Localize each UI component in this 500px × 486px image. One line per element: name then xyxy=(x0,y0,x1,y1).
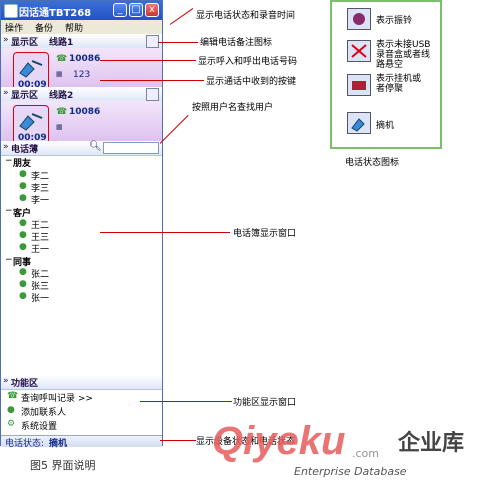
contact-icon: ● xyxy=(19,181,27,191)
offhook-icon xyxy=(19,60,43,78)
add-contact-icon: ● xyxy=(7,405,15,415)
keypad-icon: ▦ xyxy=(56,123,63,131)
call-in-icon: ☎ xyxy=(56,107,68,117)
annotation-status-time: 显示电话状态和录音时间 xyxy=(196,11,296,21)
legend-offhook-label: 摘机 xyxy=(376,121,395,131)
legend-title: 电话状态图标 xyxy=(345,158,400,168)
watermark-en: Enterprise Database xyxy=(294,465,407,478)
keypad-icon: ▦ xyxy=(56,70,63,78)
pointer-line xyxy=(169,8,194,25)
line-label: 线路2 xyxy=(49,91,74,101)
edit-note-icon[interactable] xyxy=(146,88,159,101)
contact-icon: ● xyxy=(19,291,27,301)
title-bar: 因话通TBT268 _ □ x xyxy=(1,1,162,20)
annotation-numbers: 显示呼入和呼出电话号码 xyxy=(198,57,298,67)
search-input[interactable] xyxy=(103,142,159,154)
contact-icon: ● xyxy=(19,267,27,277)
contact-icon: ● xyxy=(19,169,27,179)
pointer-line xyxy=(158,42,198,43)
watermark-domain: .com xyxy=(352,447,379,460)
legend-ringing-label: 表示振铃 xyxy=(376,16,413,26)
phonebook-title: 电话薄 xyxy=(11,145,39,155)
caller-number: 10086 xyxy=(69,54,101,64)
offhook-icon xyxy=(347,112,371,134)
annotation-edit-note: 编辑电话备注图标 xyxy=(200,38,273,48)
contact-icon: ● xyxy=(19,218,27,228)
pointer-line xyxy=(100,80,204,81)
watermark: Qiyeku .com 企业库 Enterprise Database xyxy=(212,413,497,483)
dtmf-digits: 123 xyxy=(73,70,91,80)
group-friends[interactable]: 朋友 xyxy=(13,156,31,169)
annotation-phonebook-window: 电话簿显示窗口 xyxy=(233,229,297,239)
display-area-2-header[interactable]: » 显示区 线路2 xyxy=(1,87,162,102)
status-bar: 电话状态: 摘机 xyxy=(1,435,162,449)
figure-caption: 图5 界面说明 xyxy=(30,459,96,472)
app-icon xyxy=(4,4,18,18)
add-contact-link[interactable]: 添加联系人 xyxy=(21,405,66,418)
legend-hangup-label: 表示挂机或者停聚 xyxy=(376,74,422,94)
phonebook-tree: − 朋友 ● 李二 ● 李三 ● 李一 − 客户 ● 王二 ● 王三 ● 王一 … xyxy=(1,156,162,374)
display-area-1-header[interactable]: » 显示区 线路1 xyxy=(1,34,162,49)
pointer-line xyxy=(100,60,196,61)
call-in-icon: ☎ xyxy=(56,54,68,64)
pointer-line xyxy=(140,401,232,402)
minimize-button[interactable]: _ xyxy=(113,3,127,17)
status-icon-legend: 表示振铃 表示未接USB录音盒或者线路悬空 表示挂机或者停聚 摘机 xyxy=(330,0,442,149)
collapse-icon: » xyxy=(3,88,9,98)
contact-item[interactable]: 王一 xyxy=(31,242,49,255)
unplugged-icon xyxy=(347,40,371,62)
ringing-icon xyxy=(347,8,371,30)
annotation-function-window: 功能区显示窗口 xyxy=(233,398,297,408)
call-log-icon: ☎ xyxy=(7,391,19,401)
search-icon[interactable]: 🔍︎ xyxy=(89,141,102,152)
annotation-search: 按照用户名查找用户 xyxy=(192,103,274,113)
pointer-line xyxy=(160,440,196,441)
status-value: 摘机 xyxy=(49,439,68,449)
watermark-cn: 企业库 xyxy=(398,431,465,456)
collapse-icon: » xyxy=(3,35,9,45)
offhook-icon xyxy=(19,113,43,131)
pointer-line xyxy=(100,232,230,233)
display-area-label: 显示区 xyxy=(11,38,39,48)
function-area-title: 功能区 xyxy=(11,379,39,389)
system-settings-link[interactable]: 系统设置 xyxy=(21,419,57,432)
menu-help[interactable]: 帮助 xyxy=(65,21,83,34)
function-list: ☎ 查询呼叫记录 >> ● 添加联系人 ⚙ 系统设置 xyxy=(1,390,162,434)
caller-number: 10086 xyxy=(69,107,101,117)
function-area-header[interactable]: » 功能区 xyxy=(1,375,162,390)
settings-icon: ⚙ xyxy=(7,419,16,429)
contact-icon: ● xyxy=(19,279,27,289)
group-expand-icon[interactable]: − xyxy=(5,206,13,216)
legend-unplugged-label: 表示未接USB录音盒或者线路悬空 xyxy=(376,40,431,70)
phonebook-header[interactable]: » 电话薄 🔍︎ xyxy=(1,141,162,156)
app-window: 因话通TBT268 _ □ x 操作 备份 帮助 » 显示区 线路1 00:09… xyxy=(0,0,163,449)
collapse-icon: » xyxy=(3,142,9,152)
menu-backup[interactable]: 备份 xyxy=(35,21,53,34)
contact-icon: ● xyxy=(19,193,27,203)
line-label: 线路1 xyxy=(49,38,74,48)
contact-icon: ● xyxy=(19,242,27,252)
query-call-records-link[interactable]: 查询呼叫记录 >> xyxy=(21,391,93,404)
contact-item[interactable]: 张一 xyxy=(31,291,49,304)
menu-bar: 操作 备份 帮助 xyxy=(1,20,162,34)
group-expand-icon[interactable]: − xyxy=(5,156,13,166)
annotation-keys: 显示通话中收到的按键 xyxy=(206,77,297,87)
display-area-label: 显示区 xyxy=(11,91,39,101)
contact-icon: ● xyxy=(19,230,27,240)
menu-operate[interactable]: 操作 xyxy=(5,21,23,34)
status-label: 电话状态: xyxy=(5,439,45,449)
close-button[interactable]: x xyxy=(145,3,159,17)
pointer-line xyxy=(159,114,189,144)
group-expand-icon[interactable]: − xyxy=(5,255,13,265)
window-title: 因话通TBT268 xyxy=(19,8,92,19)
watermark-brand: Qiyeku xyxy=(212,419,346,463)
hangup-icon xyxy=(347,74,371,96)
maximize-button[interactable]: □ xyxy=(129,3,143,17)
contact-item[interactable]: 李一 xyxy=(31,193,49,206)
collapse-icon: » xyxy=(3,376,9,386)
